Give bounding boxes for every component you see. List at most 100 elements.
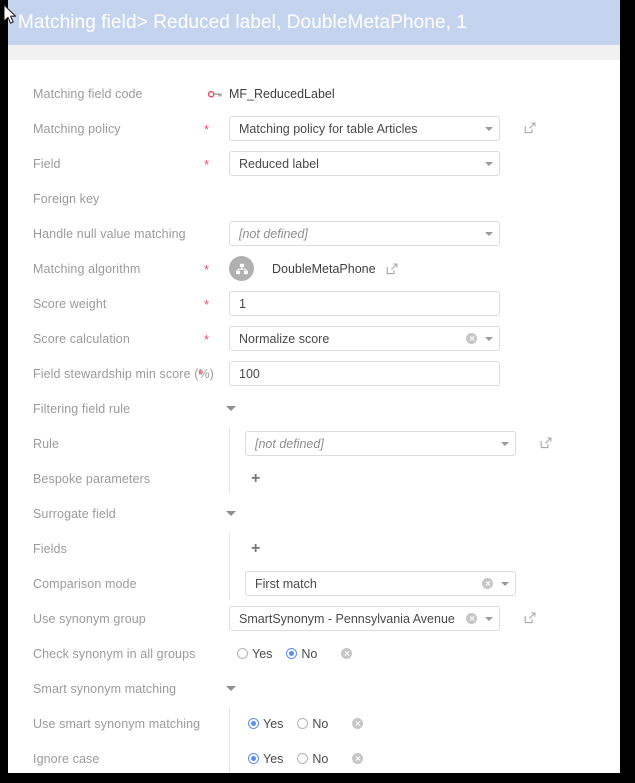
chevron-down-icon-use-synonym-group[interactable] [485, 617, 493, 621]
radio-group-check-synonym-in-all-groups: Yes No [237, 647, 352, 661]
radio-dot-no[interactable] [286, 648, 297, 659]
label-surrogate-field: Surrogate field [33, 507, 116, 521]
radio-dot-yes[interactable] [248, 753, 259, 764]
add-button-fields[interactable]: + [251, 541, 260, 557]
control-wrap-field: Reduced label [229, 151, 500, 176]
chevron-down-icon-filtering-field-rule[interactable] [226, 406, 236, 411]
radio-yes-check-synonym-in-all-groups[interactable]: Yes [237, 647, 272, 661]
control-wrap-score-calculation: Normalize score [229, 326, 500, 351]
clear-icon-comparison-mode[interactable] [482, 578, 493, 589]
external-link-icon-matching-policy[interactable] [524, 122, 536, 134]
form-row-comparison-mode: Comparison mode First match [8, 566, 620, 601]
radio-label-yes: Yes [263, 752, 283, 766]
matching-field-window: Matching field> Reduced label, DoubleMet… [8, 0, 620, 773]
form-row-bespoke-parameters: Bespoke parameters + [8, 461, 620, 496]
clear-icon-score-calculation[interactable] [466, 333, 477, 344]
chevron-down-icon-score-calculation[interactable] [485, 337, 493, 341]
required-marker-score-calculation: * [204, 333, 209, 346]
form-row-matching-algorithm: Matching algorithm * DoubleMetaPhone [8, 251, 620, 286]
select-field[interactable]: Reduced label [229, 151, 500, 176]
input-field-stewardship-min-score[interactable]: 100 [229, 361, 500, 386]
control-wrap-rule: [not defined] [245, 431, 516, 456]
label-score-weight: Score weight [33, 297, 106, 311]
chevron-down-icon-surrogate-field[interactable] [226, 511, 236, 516]
chevron-down-icon-field[interactable] [485, 162, 493, 166]
label-field-stewardship-min-score: Field stewardship min score (%) [33, 367, 214, 381]
value-field: Reduced label [239, 157, 319, 171]
radio-yes-use-smart-synonym-matching[interactable]: Yes [248, 717, 283, 731]
radio-label-no: No [312, 717, 328, 731]
radio-label-yes: Yes [263, 717, 283, 731]
label-field: Field [33, 157, 61, 171]
clear-icon-ignore-case[interactable] [352, 753, 363, 764]
label-rule: Rule [33, 437, 59, 451]
radio-no-use-smart-synonym-matching[interactable]: No [297, 717, 328, 731]
add-button-bespoke-parameters[interactable]: + [251, 471, 260, 487]
form-row-check-synonym-in-all-groups: Check synonym in all groups Yes No [8, 636, 620, 671]
label-use-synonym-group: Use synonym group [33, 612, 146, 626]
label-foreign-key: Foreign key [33, 192, 99, 206]
label-bespoke-parameters: Bespoke parameters [33, 472, 150, 486]
matching-field-form: Matching field codeMF_ReducedLabelMatchi… [8, 60, 620, 773]
label-comparison-mode: Comparison mode [33, 577, 137, 591]
select-handle-null-value-matching[interactable]: [not defined] [229, 221, 500, 246]
select-score-calculation[interactable]: Normalize score [229, 326, 500, 351]
value-score-weight: 1 [239, 297, 246, 311]
select-rule[interactable]: [not defined] [245, 431, 516, 456]
select-use-synonym-group[interactable]: SmartSynonym - Pennsylvania Avenue [229, 606, 500, 631]
form-row-filtering-field-rule: Filtering field rule [8, 391, 620, 426]
hierarchy-icon-matching-algorithm [229, 256, 254, 281]
label-score-calculation: Score calculation [33, 332, 130, 346]
chevron-down-icon-comparison-mode[interactable] [501, 582, 509, 586]
form-row-score-weight: Score weight * 1 [8, 286, 620, 321]
radio-yes-ignore-case[interactable]: Yes [248, 752, 283, 766]
label-use-smart-synonym-matching: Use smart synonym matching [33, 717, 200, 731]
form-row-use-synonym-group: Use synonym group SmartSynonym - Pennsylv… [8, 601, 620, 636]
form-row-score-calculation: Score calculation * Normalize score [8, 321, 620, 356]
select-matching-policy[interactable]: Matching policy for table Articles [229, 116, 500, 141]
form-row-field-stewardship-min-score: Field stewardship min score (%)*100 [8, 356, 620, 391]
control-wrap-handle-null-value-matching: [not defined] [229, 221, 500, 246]
radio-dot-yes[interactable] [248, 718, 259, 729]
required-marker-score-weight: * [204, 298, 209, 311]
form-row-ignore-case: Ignore caseYesNo [8, 741, 620, 773]
external-link-icon-matching-algorithm[interactable] [386, 263, 398, 275]
key-icon [208, 88, 223, 100]
external-link-icon-use-synonym-group[interactable] [524, 612, 536, 624]
radio-dot-no[interactable] [297, 753, 308, 764]
value-use-synonym-group: SmartSynonym - Pennsylvania Avenue [239, 612, 455, 626]
radio-label-no: No [301, 647, 317, 661]
external-link-icon-rule[interactable] [540, 437, 552, 449]
chevron-down-icon-rule[interactable] [501, 442, 509, 446]
label-check-synonym-in-all-groups: Check synonym in all groups [33, 647, 196, 661]
value-comparison-mode: First match [255, 577, 317, 591]
form-row-use-smart-synonym-matching: Use smart synonym matching Yes No [8, 706, 620, 741]
value-matching-field-code: MF_ReducedLabel [229, 87, 335, 101]
value-rule: [not defined] [255, 437, 324, 451]
required-marker-matching-algorithm: * [204, 263, 209, 276]
value-handle-null-value-matching: [not defined] [239, 227, 308, 241]
select-comparison-mode[interactable]: First match [245, 571, 516, 596]
chevron-down-icon-smart-synonym-matching[interactable] [226, 686, 236, 691]
form-row-handle-null-value-matching: Handle null value matching[not defined] [8, 216, 620, 251]
window-title: Matching field> Reduced label, DoubleMet… [18, 12, 467, 34]
chevron-down-icon-handle-null-value-matching[interactable] [485, 232, 493, 236]
radio-dot-no[interactable] [297, 718, 308, 729]
control-wrap-comparison-mode: First match [245, 571, 516, 596]
label-matching-algorithm: Matching algorithm [33, 262, 140, 276]
chevron-down-icon-matching-policy[interactable] [485, 127, 493, 131]
radio-label-no: No [312, 752, 328, 766]
form-row-field: Field*Reduced label [8, 146, 620, 181]
radio-group-ignore-case: Yes No [248, 752, 363, 766]
clear-icon-use-synonym-group[interactable] [466, 613, 477, 624]
value-matching-algorithm[interactable]: DoubleMetaPhone [272, 262, 376, 276]
screen: Matching field> Reduced label, DoubleMet… [0, 0, 635, 783]
clear-icon-use-smart-synonym-matching[interactable] [352, 718, 363, 729]
value-matching-policy: Matching policy for table Articles [239, 122, 418, 136]
radio-group-use-smart-synonym-matching: Yes No [248, 717, 363, 731]
input-score-weight[interactable]: 1 [229, 291, 500, 316]
radio-no-ignore-case[interactable]: No [297, 752, 328, 766]
radio-dot-yes[interactable] [237, 648, 248, 659]
clear-icon-check-synonym-in-all-groups[interactable] [341, 648, 352, 659]
radio-no-check-synonym-in-all-groups[interactable]: No [286, 647, 317, 661]
